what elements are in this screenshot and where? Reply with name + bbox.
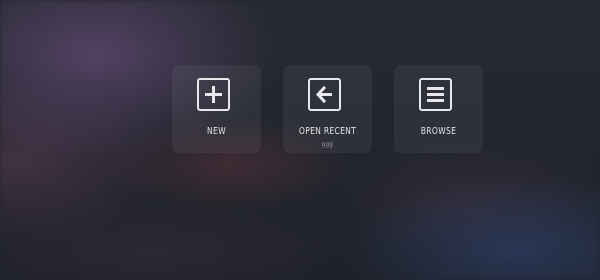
- open-recent-sublabel: ggg: [321, 141, 334, 148]
- open-recent-label: OPEN RECENT: [298, 126, 357, 137]
- launcher-actions: NEW OPEN RECENT ggg BROWSE: [172, 65, 483, 153]
- open-recent-button[interactable]: OPEN RECENT ggg: [283, 65, 372, 153]
- browse-label: BROWSE: [420, 126, 457, 137]
- new-button[interactable]: NEW: [172, 65, 261, 153]
- plus-icon: [197, 78, 230, 111]
- new-label: NEW: [207, 126, 226, 137]
- arrow-left-icon: [308, 78, 341, 111]
- menu-lines-icon: [419, 78, 452, 111]
- browse-button[interactable]: BROWSE: [394, 65, 483, 153]
